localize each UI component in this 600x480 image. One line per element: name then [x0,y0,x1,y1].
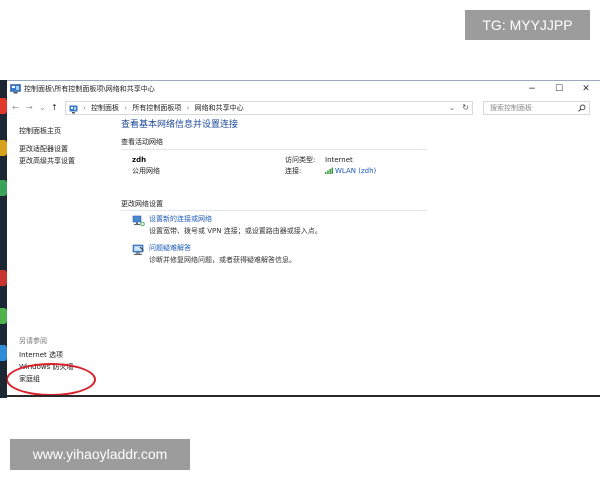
watermark-site: www.yihaoyladdr.com [10,439,190,470]
control-panel-home-link[interactable]: 控制面板主页 [19,126,61,136]
refresh-icon[interactable]: ↻ [462,102,469,114]
desktop-app-icon[interactable] [0,180,7,196]
breadcrumb-separator[interactable]: › [184,104,193,112]
watermark-tg: TG: MYYJJPP [465,10,590,40]
desktop-app-icon[interactable] [0,98,7,114]
breadcrumb-all-items[interactable]: 所有控制面板项 [132,104,181,112]
window-title: 控制面板\所有控制面板项\网络和共享中心 [24,85,155,93]
troubleshoot-icon [132,244,144,255]
up-arrow-icon[interactable]: ↑ [51,103,58,113]
desktop-strip [0,80,7,398]
control-panel-icon [69,105,78,114]
change-network-settings-heading: 更改网络设置 [121,200,163,208]
recent-locations-icon[interactable]: ⌄ [39,103,46,113]
forward-arrow-icon[interactable]: → [26,103,33,113]
title-bar: 控制面板\所有控制面板项\网络和共享中心 − ☐ ✕ [7,81,600,98]
troubleshoot-problems-desc: 诊断并修复网络问题，或者获得疑难解答信息。 [149,256,296,264]
connections-label: 连接: [285,167,302,175]
control-panel-icon [10,84,21,94]
search-input[interactable] [484,102,574,114]
search-icon[interactable] [578,104,586,112]
section-divider [121,149,427,150]
network-sharing-center-window: 控制面板\所有控制面板项\网络和共享中心 − ☐ ✕ ← → ⌄ ↑ › 控制面… [7,80,600,397]
internet-options-link[interactable]: Internet 选项 [19,350,63,360]
breadcrumb-separator[interactable]: › [121,104,130,112]
section-divider [121,210,427,211]
breadcrumb-control-panel[interactable]: 控制面板 [91,104,119,112]
wifi-signal-icon [325,167,333,174]
back-arrow-icon[interactable]: ← [12,103,19,113]
access-type-value: Internet [325,156,353,164]
change-advanced-sharing-link[interactable]: 更改高级共享设置 [19,156,75,166]
network-name: zdh [132,156,147,164]
setup-new-connection-link[interactable]: 设置新的连接或网络 [149,214,212,224]
desktop-app-icon[interactable] [0,345,7,361]
search-box[interactable] [483,101,590,115]
close-button[interactable]: ✕ [576,83,596,96]
setup-new-connection-desc: 设置宽带、拨号或 VPN 连接；或设置路由器或接入点。 [149,227,322,235]
change-adapter-settings-link[interactable]: 更改适配器设置 [19,144,68,154]
address-bar: ← → ⌄ ↑ › 控制面板 › 所有控制面板项 › 网络和共享中心 ⌄ ↻ [7,99,600,118]
access-type-label: 访问类型: [285,156,316,164]
maximize-button[interactable]: ☐ [549,83,569,96]
network-setup-icon [132,215,145,227]
address-field[interactable]: › 控制面板 › 所有控制面板项 › 网络和共享中心 ⌄ ↻ [65,101,473,115]
breadcrumb-separator: › [83,104,86,112]
desktop-app-icon[interactable] [0,270,7,286]
active-networks-heading: 查看活动网络 [121,138,163,146]
connection-entry: WLAN (zdh) [325,166,376,176]
left-nav-pane: 控制面板主页 更改适配器设置 更改高级共享设置 另请参阅 Internet 选项… [7,119,111,395]
wlan-connection-link[interactable]: WLAN (zdh) [335,167,376,175]
highlight-ellipse [7,363,96,395]
breadcrumb-network-center[interactable]: 网络和共享中心 [195,104,244,112]
see-also-heading: 另请参阅 [19,337,47,345]
troubleshoot-problems-link[interactable]: 问题疑难解答 [149,243,191,253]
main-content: 查看基本网络信息并设置连接 查看活动网络 zdh 公用网络 访问类型: Inte… [121,119,591,389]
minimize-button[interactable]: − [522,83,542,96]
network-category: 公用网络 [132,167,160,175]
address-dropdown-icon[interactable]: ⌄ [449,102,455,114]
page-title: 查看基本网络信息并设置连接 [121,120,239,130]
desktop-app-icon[interactable] [0,308,7,324]
breadcrumb: › 控制面板 › 所有控制面板项 › 网络和共享中心 [83,103,244,114]
desktop-app-icon[interactable] [0,140,7,156]
